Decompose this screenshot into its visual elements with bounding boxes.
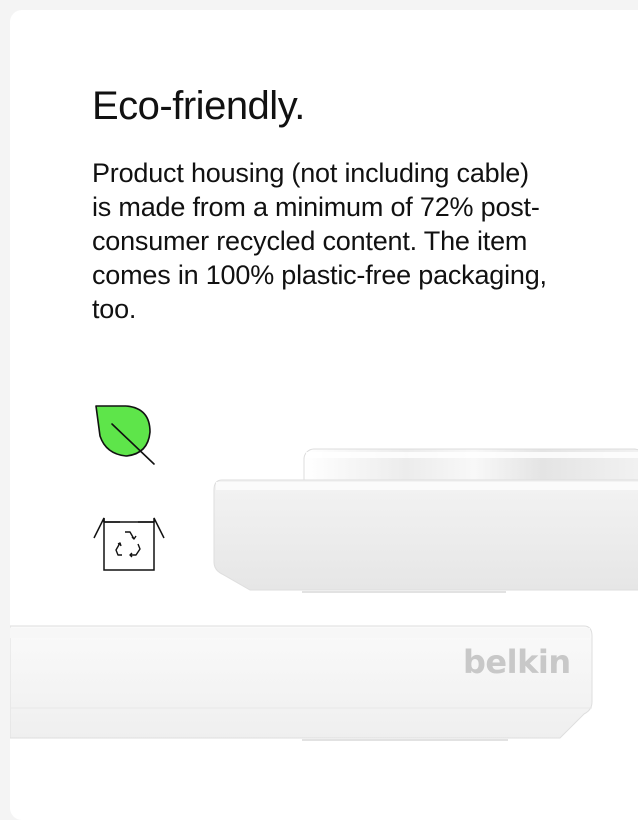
product-illustration [10, 448, 638, 741]
eco-card: Eco-friendly. Product housing (not inclu… [10, 10, 638, 820]
section-title: Eco-friendly. [92, 84, 305, 128]
upper-base [213, 479, 638, 591]
section-description: Product housing (not including cable) is… [92, 158, 547, 324]
brand-logo: belkin [463, 643, 571, 681]
